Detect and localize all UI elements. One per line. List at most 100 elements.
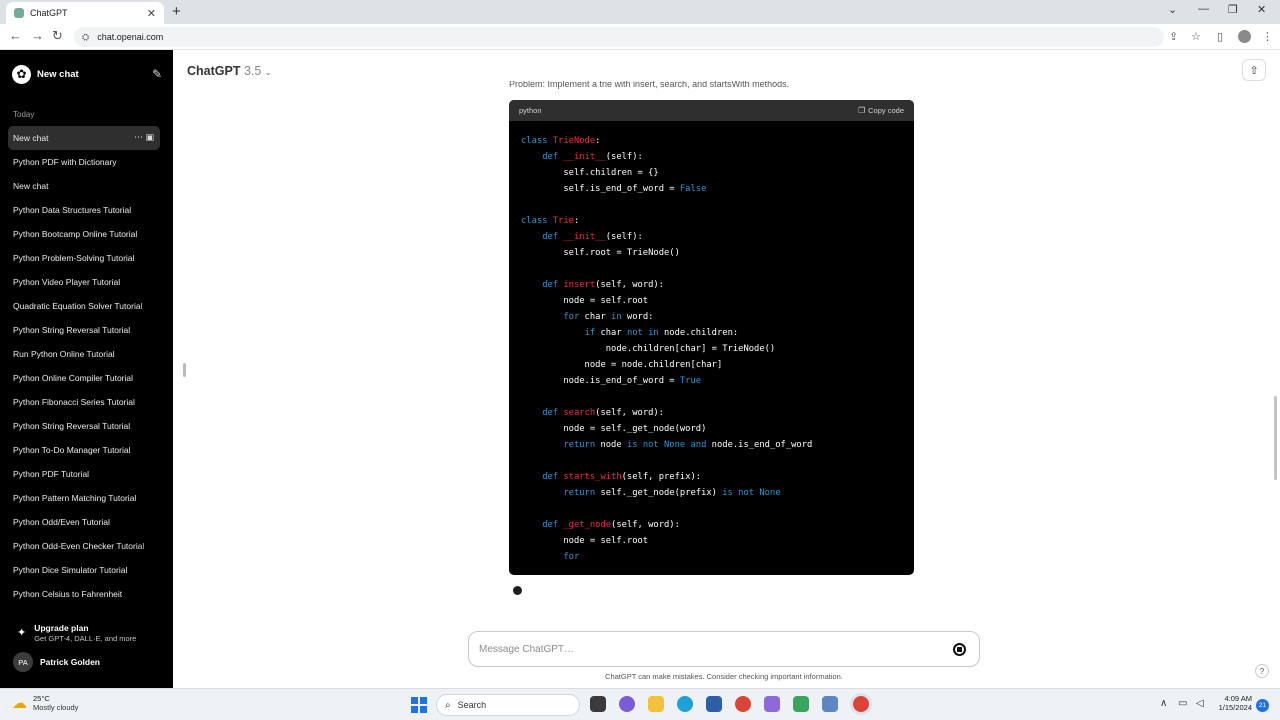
close-window-icon[interactable]: ✕: [1257, 3, 1266, 16]
message-input[interactable]: [479, 643, 939, 655]
reload-icon[interactable]: ↻: [52, 29, 63, 43]
sidebar-chat-item[interactable]: Python Video Player Tutorial: [8, 270, 160, 294]
scrollbar[interactable]: [1274, 396, 1277, 480]
sidebar-chat-item[interactable]: New chat ⋯ ▣: [8, 126, 160, 150]
sidebar-chat-label: Python Bootcamp Online Tutorial: [13, 229, 138, 239]
sidebar-chat-item[interactable]: Python Fibonacci Series Tutorial: [8, 390, 160, 414]
sidebar-chat-label: Python Celsius to Fahrenheit: [13, 589, 123, 599]
sidebar-chat-item[interactable]: Python String Reversal Tutorial: [8, 414, 160, 438]
sidebar-chat-item[interactable]: Python String Reversal Tutorial: [8, 318, 160, 342]
back-icon[interactable]: ←: [9, 29, 22, 43]
copy-code-button[interactable]: ❐ Copy code: [858, 106, 904, 115]
sidebar-chat-item[interactable]: New chat: [8, 174, 160, 198]
message-composer: [468, 631, 980, 667]
share-button[interactable]: ⇧: [1242, 59, 1266, 81]
tab-search-chevron-icon[interactable]: ⌄: [1168, 3, 1177, 16]
bookmark-star-icon[interactable]: ☆: [1191, 30, 1201, 43]
fade-overlay: [138, 486, 160, 510]
taskbar-search-label: Search: [457, 700, 487, 710]
forward-icon[interactable]: →: [31, 29, 44, 43]
edit-icon[interactable]: ✎: [152, 67, 162, 81]
tab-title: ChatGPT: [30, 8, 68, 18]
profile-icon[interactable]: [1238, 30, 1251, 43]
model-selector[interactable]: ChatGPT 3.5 ⌄: [187, 64, 272, 78]
code-token: (self):: [605, 232, 643, 242]
sidebar-chat-item[interactable]: Python Odd/Even Tutorial: [8, 510, 160, 534]
task-view-icon[interactable]: [590, 696, 606, 712]
code-token: search: [563, 408, 596, 418]
sidebar-chat-item[interactable]: Python PDF with Dictionary: [8, 150, 160, 174]
stop-generating-button[interactable]: [953, 643, 966, 656]
maximize-icon[interactable]: ❐: [1228, 3, 1238, 16]
sidebar-chat-label: Python Odd-Even Checker Tutorial: [13, 541, 145, 551]
tray-chevron-icon[interactable]: ∧: [1160, 698, 1167, 709]
sidebar-chat-item[interactable]: Python Odd-Even Checker Tutorial: [8, 534, 160, 558]
taskbar-search[interactable]: ⌕ Search: [436, 694, 580, 716]
help-button[interactable]: ?: [1255, 664, 1269, 678]
sidebar-toggle-handle[interactable]: [183, 363, 186, 377]
avatar: PA: [13, 652, 33, 672]
sidebar-new-chat[interactable]: ✿ New chat ✎: [12, 64, 162, 84]
volume-icon[interactable]: ◁: [1196, 698, 1204, 709]
minimize-icon[interactable]: —: [1198, 3, 1209, 15]
app-icon-3[interactable]: [822, 696, 838, 712]
code-token: _get_node: [563, 520, 612, 530]
weather-temp: 25°C: [33, 694, 50, 703]
chat-options-icon[interactable]: ⋯ ▣: [134, 132, 154, 143]
sidebar-chat-item[interactable]: Quadratic Equation Solver Tutorial: [8, 294, 160, 318]
site-info-icon[interactable]: ⛭: [82, 32, 89, 43]
sidebar-chat-item[interactable]: Python PDF Tutorial: [8, 462, 160, 486]
sidebar-chat-item[interactable]: Python Celsius to Fahrenheit: [8, 582, 160, 606]
browser-tab[interactable]: ChatGPT ✕: [6, 2, 164, 24]
url-bar[interactable]: ⛭ chat.openai.com: [74, 27, 1164, 47]
store-icon[interactable]: [706, 696, 722, 712]
disclaimer-text: ChatGPT can make mistakes. Consider chec…: [605, 672, 843, 681]
sidebar-chat-item[interactable]: Run Python Online Tutorial: [8, 342, 160, 366]
code-token: def: [542, 520, 564, 530]
code-token: starts_with: [563, 472, 622, 482]
edge-icon[interactable]: [677, 696, 693, 712]
sidebar-chat-item[interactable]: Python Dice Simulator Tutorial: [8, 558, 160, 582]
sidebar-chat-item[interactable]: Python Problem-Solving Tutorial: [8, 246, 160, 270]
sidebar-chat-item[interactable]: Python Pattern Matching Tutorial: [8, 486, 160, 510]
sidebar-chat-item[interactable]: Python Data Structures Tutorial: [8, 198, 160, 222]
streaming-indicator: [513, 586, 522, 595]
code-token: None: [664, 440, 686, 450]
chatgpt-favicon-icon: [14, 8, 24, 18]
sidebar-chat-item[interactable]: Python Bootcamp Online Tutorial: [8, 222, 160, 246]
code-line: self.is_end_of_word = False: [521, 181, 914, 197]
fade-overlay: [138, 438, 160, 462]
app-icon-2[interactable]: [793, 696, 809, 712]
chrome-active-icon[interactable]: [853, 696, 869, 712]
user-menu[interactable]: PA Patrick Golden: [13, 652, 100, 672]
upgrade-plan[interactable]: ✦ Upgrade plan Get GPT-4, DALL·E, and mo…: [17, 623, 167, 643]
browser-menu-icon[interactable]: ⋮: [1262, 30, 1273, 43]
windows-start-icon[interactable]: [411, 697, 427, 713]
app-icon[interactable]: [764, 696, 780, 712]
share-page-icon[interactable]: ⇪: [1169, 30, 1178, 43]
upgrade-title: Upgrade plan: [34, 623, 89, 633]
sidebar-chat-item[interactable]: Python To-Do Manager Tutorial: [8, 438, 160, 462]
weather-widget[interactable]: ☁ 25°C Mostly cloudy: [12, 694, 78, 712]
code-token: :: [573, 216, 580, 226]
close-tab-icon[interactable]: ✕: [147, 7, 156, 20]
network-icon[interactable]: ▭: [1178, 698, 1187, 709]
chat-app-icon[interactable]: [619, 696, 635, 712]
new-tab-icon[interactable]: +: [172, 2, 181, 22]
code-token: node.children[char] = TrieNode(): [521, 344, 776, 354]
system-clock[interactable]: 4:09 AM 1/15/2024: [1214, 694, 1252, 712]
code-token: is not: [722, 488, 755, 498]
sidebar-section-today: Today: [13, 110, 35, 119]
notification-badge[interactable]: 21: [1256, 699, 1269, 712]
problem-text: Problem: Implement a trie with insert, s…: [509, 81, 790, 89]
sidebar-chat-item[interactable]: Python Online Compiler Tutorial: [8, 366, 160, 390]
openai-logo-icon: ✿: [12, 64, 31, 84]
chrome-icon[interactable]: [735, 696, 751, 712]
side-panel-icon[interactable]: ▯: [1217, 30, 1223, 43]
file-explorer-icon[interactable]: [648, 696, 664, 712]
